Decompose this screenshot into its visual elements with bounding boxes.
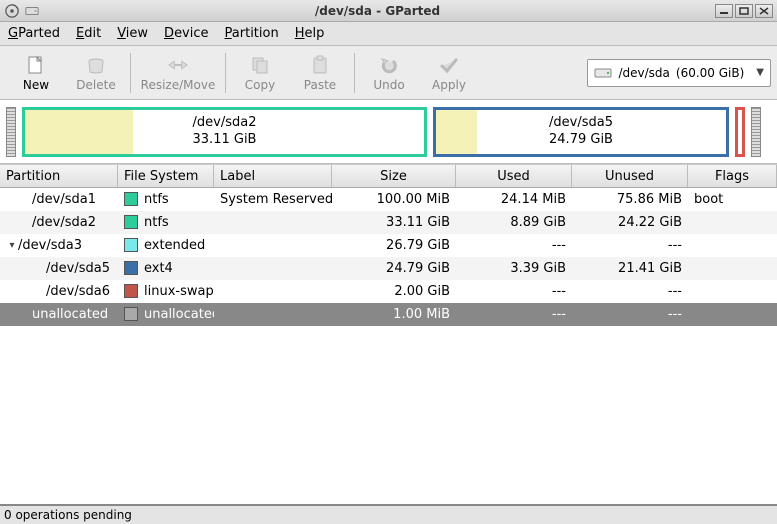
delete-button[interactable]: Delete [66,49,126,97]
col-size[interactable]: Size [332,165,456,187]
partition-used: --- [456,284,572,299]
fs-name: ntfs [144,192,169,207]
table-row[interactable]: unallocatedunallocated1.00 MiB------ [0,303,777,326]
minimize-button[interactable] [715,4,733,18]
toolbar-separator [354,53,355,93]
col-used[interactable]: Used [456,165,572,187]
delete-icon [85,54,107,76]
fs-name: extended [144,238,205,253]
fs-swatch [124,307,138,321]
row-expander[interactable]: ▾ [6,240,18,251]
new-icon [25,54,47,76]
menu-partition[interactable]: Partition [225,26,279,41]
partition-size: 100.00 MiB [332,192,456,207]
drive-icon [24,3,40,19]
graph-handle-right[interactable] [751,107,761,157]
table-row[interactable]: /dev/sda1 ntfs System Reserved100.00 MiB24… [0,188,777,211]
status-bar: 0 operations pending [0,504,777,524]
close-button[interactable] [755,4,773,18]
toolbar-separator [130,53,131,93]
partition-unused: --- [572,307,688,322]
partition-used: 8.89 GiB [456,215,572,230]
table-row[interactable]: /dev/sda2 ntfs 33.11 GiB8.89 GiB24.22 GiB [0,211,777,234]
window-title: /dev/sda - GParted [44,4,711,18]
partition-size: 24.79 GiB [332,261,456,276]
partition-used: 24.14 MiB [456,192,572,207]
partition-table: /dev/sda1ntfsSystem Reserved100.00 MiB24… [0,188,777,504]
partition-used: --- [456,307,572,322]
partition-unused: --- [572,284,688,299]
partition-name: /dev/sda1 [32,192,96,207]
partition-name: /dev/sda6 [46,284,110,299]
fs-name: linux-swap [144,284,214,299]
menu-view[interactable]: View [117,26,148,41]
table-row[interactable]: ▾/dev/sda3extended26.79 GiB------ [0,234,777,257]
partition-label: System Reserved [214,192,332,207]
copy-button[interactable]: Copy [230,49,290,97]
table-header: Partition File System Label Size Used Un… [0,164,777,188]
menu-device[interactable]: Device [164,26,208,41]
partition-name: /dev/sda2 [32,215,96,230]
toolbar-separator [225,53,226,93]
chevron-down-icon: ▼ [750,67,764,78]
paste-button[interactable]: Paste [290,49,350,97]
graph-segment-sda5[interactable]: /dev/sda524.79 GiB [433,107,729,157]
menu-edit[interactable]: Edit [76,26,101,41]
partition-unused: 75.86 MiB [572,192,688,207]
partition-name: /dev/sda5 [46,261,110,276]
apply-button[interactable]: Apply [419,49,479,97]
partition-size: 1.00 MiB [332,307,456,322]
graph-segment-small[interactable] [735,107,745,157]
table-row[interactable]: /dev/sda5 ext4 24.79 GiB3.39 GiB21.41 GiB [0,257,777,280]
partition-name: /dev/sda3 [18,238,82,253]
titlebar: /dev/sda - GParted [0,0,777,22]
device-size: (60.00 GiB) [676,66,744,80]
fs-swatch [124,215,138,229]
fs-swatch [124,238,138,252]
partition-size: 33.11 GiB [332,215,456,230]
fs-swatch [124,261,138,275]
device-selector[interactable]: /dev/sda (60.00 GiB) ▼ [587,59,771,87]
menu-gparted[interactable]: GParted [8,26,60,41]
partition-used: --- [456,238,572,253]
resize-icon [167,54,189,76]
partition-size: 26.79 GiB [332,238,456,253]
undo-button[interactable]: Undo [359,49,419,97]
partition-graph: /dev/sda233.11 GiB /dev/sda524.79 GiB [0,100,777,164]
col-label[interactable]: Label [214,165,332,187]
app-icon [4,3,20,19]
apply-icon [438,54,460,76]
graph-handle-left[interactable] [6,107,16,157]
fs-name: unallocated [144,307,214,322]
fs-swatch [124,284,138,298]
partition-unused: --- [572,238,688,253]
drive-icon [594,64,612,82]
graph-segment-sda2[interactable]: /dev/sda233.11 GiB [22,107,427,157]
partition-unused: 21.41 GiB [572,261,688,276]
toolbar: New Delete Resize/Move Copy Paste Undo A… [0,46,777,100]
menubar: GParted Edit View Device Partition Help [0,22,777,46]
fs-swatch [124,192,138,206]
table-row[interactable]: /dev/sda6linux-swap2.00 GiB------ [0,280,777,303]
menu-help[interactable]: Help [295,26,325,41]
partition-size: 2.00 GiB [332,284,456,299]
device-label: /dev/sda [618,66,669,80]
partition-flags: boot [688,192,777,207]
resize-move-button[interactable]: Resize/Move [135,49,221,97]
paste-icon [309,54,331,76]
undo-icon [378,54,400,76]
col-unused[interactable]: Unused [572,165,688,187]
copy-icon [249,54,271,76]
fs-name: ntfs [144,215,169,230]
fs-name: ext4 [144,261,173,276]
col-filesystem[interactable]: File System [118,165,214,187]
new-button[interactable]: New [6,49,66,97]
maximize-button[interactable] [735,4,753,18]
col-partition[interactable]: Partition [0,165,118,187]
partition-unused: 24.22 GiB [572,215,688,230]
col-flags[interactable]: Flags [688,165,777,187]
status-text: 0 operations pending [4,508,132,522]
partition-name: unallocated [32,307,108,322]
partition-used: 3.39 GiB [456,261,572,276]
